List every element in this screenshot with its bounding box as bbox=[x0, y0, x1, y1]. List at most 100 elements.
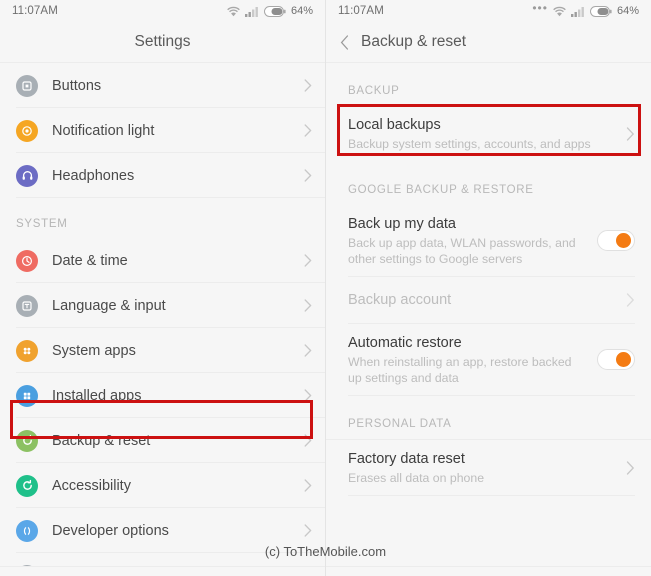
row-subtitle: Backup system settings, accounts, and ap… bbox=[348, 137, 591, 151]
row-title: Factory data reset bbox=[348, 451, 465, 467]
more-dots-icon: ••• bbox=[532, 1, 548, 15]
accessibility-icon bbox=[16, 474, 38, 497]
left-phone-screen: 11:07AM 64% Settings Buttons Notificatio… bbox=[0, 0, 326, 576]
wifi-icon bbox=[553, 6, 566, 16]
chevron-right-icon bbox=[304, 299, 312, 312]
clock-icon bbox=[16, 249, 38, 272]
chevron-right-icon bbox=[304, 79, 312, 92]
sidebar-item-date-time[interactable]: Date & time bbox=[0, 238, 325, 283]
settings-list: Buttons Notification light Headphones SY… bbox=[0, 63, 325, 576]
battery-icon bbox=[589, 5, 612, 17]
status-icons-group: 64% bbox=[227, 5, 313, 17]
group-header-google-backup-restore: GOOGLE BACKUP & RESTORE bbox=[326, 162, 651, 205]
row-subtitle: Erases all data on phone bbox=[348, 471, 485, 485]
row-automatic-restore[interactable]: Automatic restore When reinstalling an a… bbox=[326, 324, 651, 396]
chevron-right-icon bbox=[626, 126, 635, 141]
headphones-icon bbox=[16, 164, 38, 187]
toggle-knob bbox=[616, 233, 631, 248]
row-text-group: Automatic restore When reinstalling an a… bbox=[348, 333, 585, 386]
row-title: Local backups bbox=[348, 117, 441, 133]
row-divider bbox=[348, 395, 635, 396]
row-text-group: Back up my data Back up app data, WLAN p… bbox=[348, 214, 585, 267]
sidebar-item-buttons[interactable]: Buttons bbox=[0, 63, 325, 108]
status-bar-left: 11:07AM 64% bbox=[0, 0, 325, 22]
group-header-system: SYSTEM bbox=[0, 198, 325, 238]
battery-percent: 64% bbox=[290, 5, 313, 17]
watermark: (c) ToTheMobile.com bbox=[264, 544, 387, 559]
status-time: 11:07AM bbox=[12, 5, 58, 17]
toggle-back-up-my-data[interactable] bbox=[597, 230, 635, 251]
dual-screenshot-container: 11:07AM 64% Settings Buttons Notificatio… bbox=[0, 0, 651, 576]
row-title: Back up my data bbox=[348, 216, 456, 232]
sidebar-item-notification-light[interactable]: Notification light bbox=[0, 108, 325, 153]
sidebar-item-label: Installed apps bbox=[52, 387, 142, 404]
notification-light-icon bbox=[16, 119, 38, 142]
system-apps-icon bbox=[16, 339, 38, 362]
status-bar-right: 11:07AM ••• 64% bbox=[326, 0, 651, 22]
battery-percent: 64% bbox=[616, 5, 639, 17]
bottom-strip-right bbox=[326, 566, 651, 576]
chevron-right-icon bbox=[304, 254, 312, 267]
sidebar-item-headphones[interactable]: Headphones bbox=[0, 153, 325, 198]
sidebar-item-label: Notification light bbox=[52, 122, 155, 139]
row-divider bbox=[16, 197, 325, 198]
sidebar-item-installed-apps[interactable]: Installed apps bbox=[0, 373, 325, 418]
chevron-right-icon bbox=[626, 293, 635, 307]
chevron-right-icon bbox=[304, 524, 312, 537]
chevron-right-icon bbox=[304, 169, 312, 182]
right-phone-screen: 11:07AM ••• 64% Backup & reset BACKUP Lo… bbox=[326, 0, 651, 576]
chevron-right-icon bbox=[304, 389, 312, 402]
backup-reset-list: BACKUP Local backups Backup system setti… bbox=[326, 63, 651, 496]
language-icon bbox=[16, 294, 38, 317]
row-factory-data-reset[interactable]: Factory data reset Erases all data on ph… bbox=[326, 439, 651, 496]
group-header-personal-data: PERSONAL DATA bbox=[326, 396, 651, 439]
sidebar-item-backup-reset[interactable]: Backup & reset bbox=[0, 418, 325, 463]
chevron-right-icon bbox=[304, 434, 312, 447]
row-subtitle: Back up app data, WLAN passwords, and ot… bbox=[348, 236, 576, 266]
sidebar-item-label: Language & input bbox=[52, 297, 166, 314]
developer-options-icon bbox=[16, 519, 38, 542]
sidebar-item-label: Backup & reset bbox=[52, 432, 151, 449]
row-divider bbox=[348, 495, 635, 496]
chevron-right-icon bbox=[304, 124, 312, 137]
page-title: Backup & reset bbox=[361, 33, 467, 50]
row-back-up-my-data[interactable]: Back up my data Back up app data, WLAN p… bbox=[326, 205, 651, 277]
chevron-right-icon bbox=[626, 460, 635, 475]
row-text-group: Factory data reset Erases all data on ph… bbox=[348, 449, 626, 486]
page-title: Settings bbox=[134, 33, 191, 50]
sidebar-item-label: Headphones bbox=[52, 167, 135, 184]
backup-reset-icon bbox=[16, 429, 38, 452]
group-header-backup: BACKUP bbox=[326, 63, 651, 106]
installed-apps-icon bbox=[16, 384, 38, 407]
row-subtitle: When reinstalling an app, restore backed… bbox=[348, 355, 572, 385]
sidebar-item-label: System apps bbox=[52, 342, 136, 359]
status-time: 11:07AM bbox=[338, 5, 384, 17]
sidebar-item-language-input[interactable]: Language & input bbox=[0, 283, 325, 328]
sidebar-item-label: Date & time bbox=[52, 252, 128, 269]
signal-icon bbox=[570, 6, 584, 17]
sidebar-item-label: Developer options bbox=[52, 522, 169, 539]
buttons-icon bbox=[16, 74, 38, 97]
battery-icon bbox=[263, 5, 286, 17]
status-icons-group: ••• 64% bbox=[532, 1, 639, 17]
sidebar-item-system-apps[interactable]: System apps bbox=[0, 328, 325, 373]
wifi-icon bbox=[227, 6, 240, 16]
row-text-group: Local backups Backup system settings, ac… bbox=[348, 115, 626, 152]
bottom-strip-left bbox=[0, 566, 325, 576]
row-local-backups[interactable]: Local backups Backup system settings, ac… bbox=[326, 106, 651, 162]
sidebar-item-label: Buttons bbox=[52, 77, 102, 94]
row-text-group: Backup account bbox=[348, 290, 626, 310]
chevron-left-icon[interactable] bbox=[340, 34, 349, 50]
row-backup-account[interactable]: Backup account bbox=[326, 277, 651, 324]
sidebar-item-accessibility[interactable]: Accessibility bbox=[0, 463, 325, 508]
sidebar-item-label: Accessibility bbox=[52, 477, 131, 494]
row-title: Backup account bbox=[348, 292, 452, 308]
chevron-right-icon bbox=[304, 479, 312, 492]
row-title: Automatic restore bbox=[348, 335, 462, 351]
signal-icon bbox=[244, 6, 258, 17]
right-title-bar: Backup & reset bbox=[326, 22, 651, 62]
toggle-automatic-restore[interactable] bbox=[597, 349, 635, 370]
toggle-knob bbox=[616, 352, 631, 367]
chevron-right-icon bbox=[304, 344, 312, 357]
left-title-bar: Settings bbox=[0, 22, 325, 62]
